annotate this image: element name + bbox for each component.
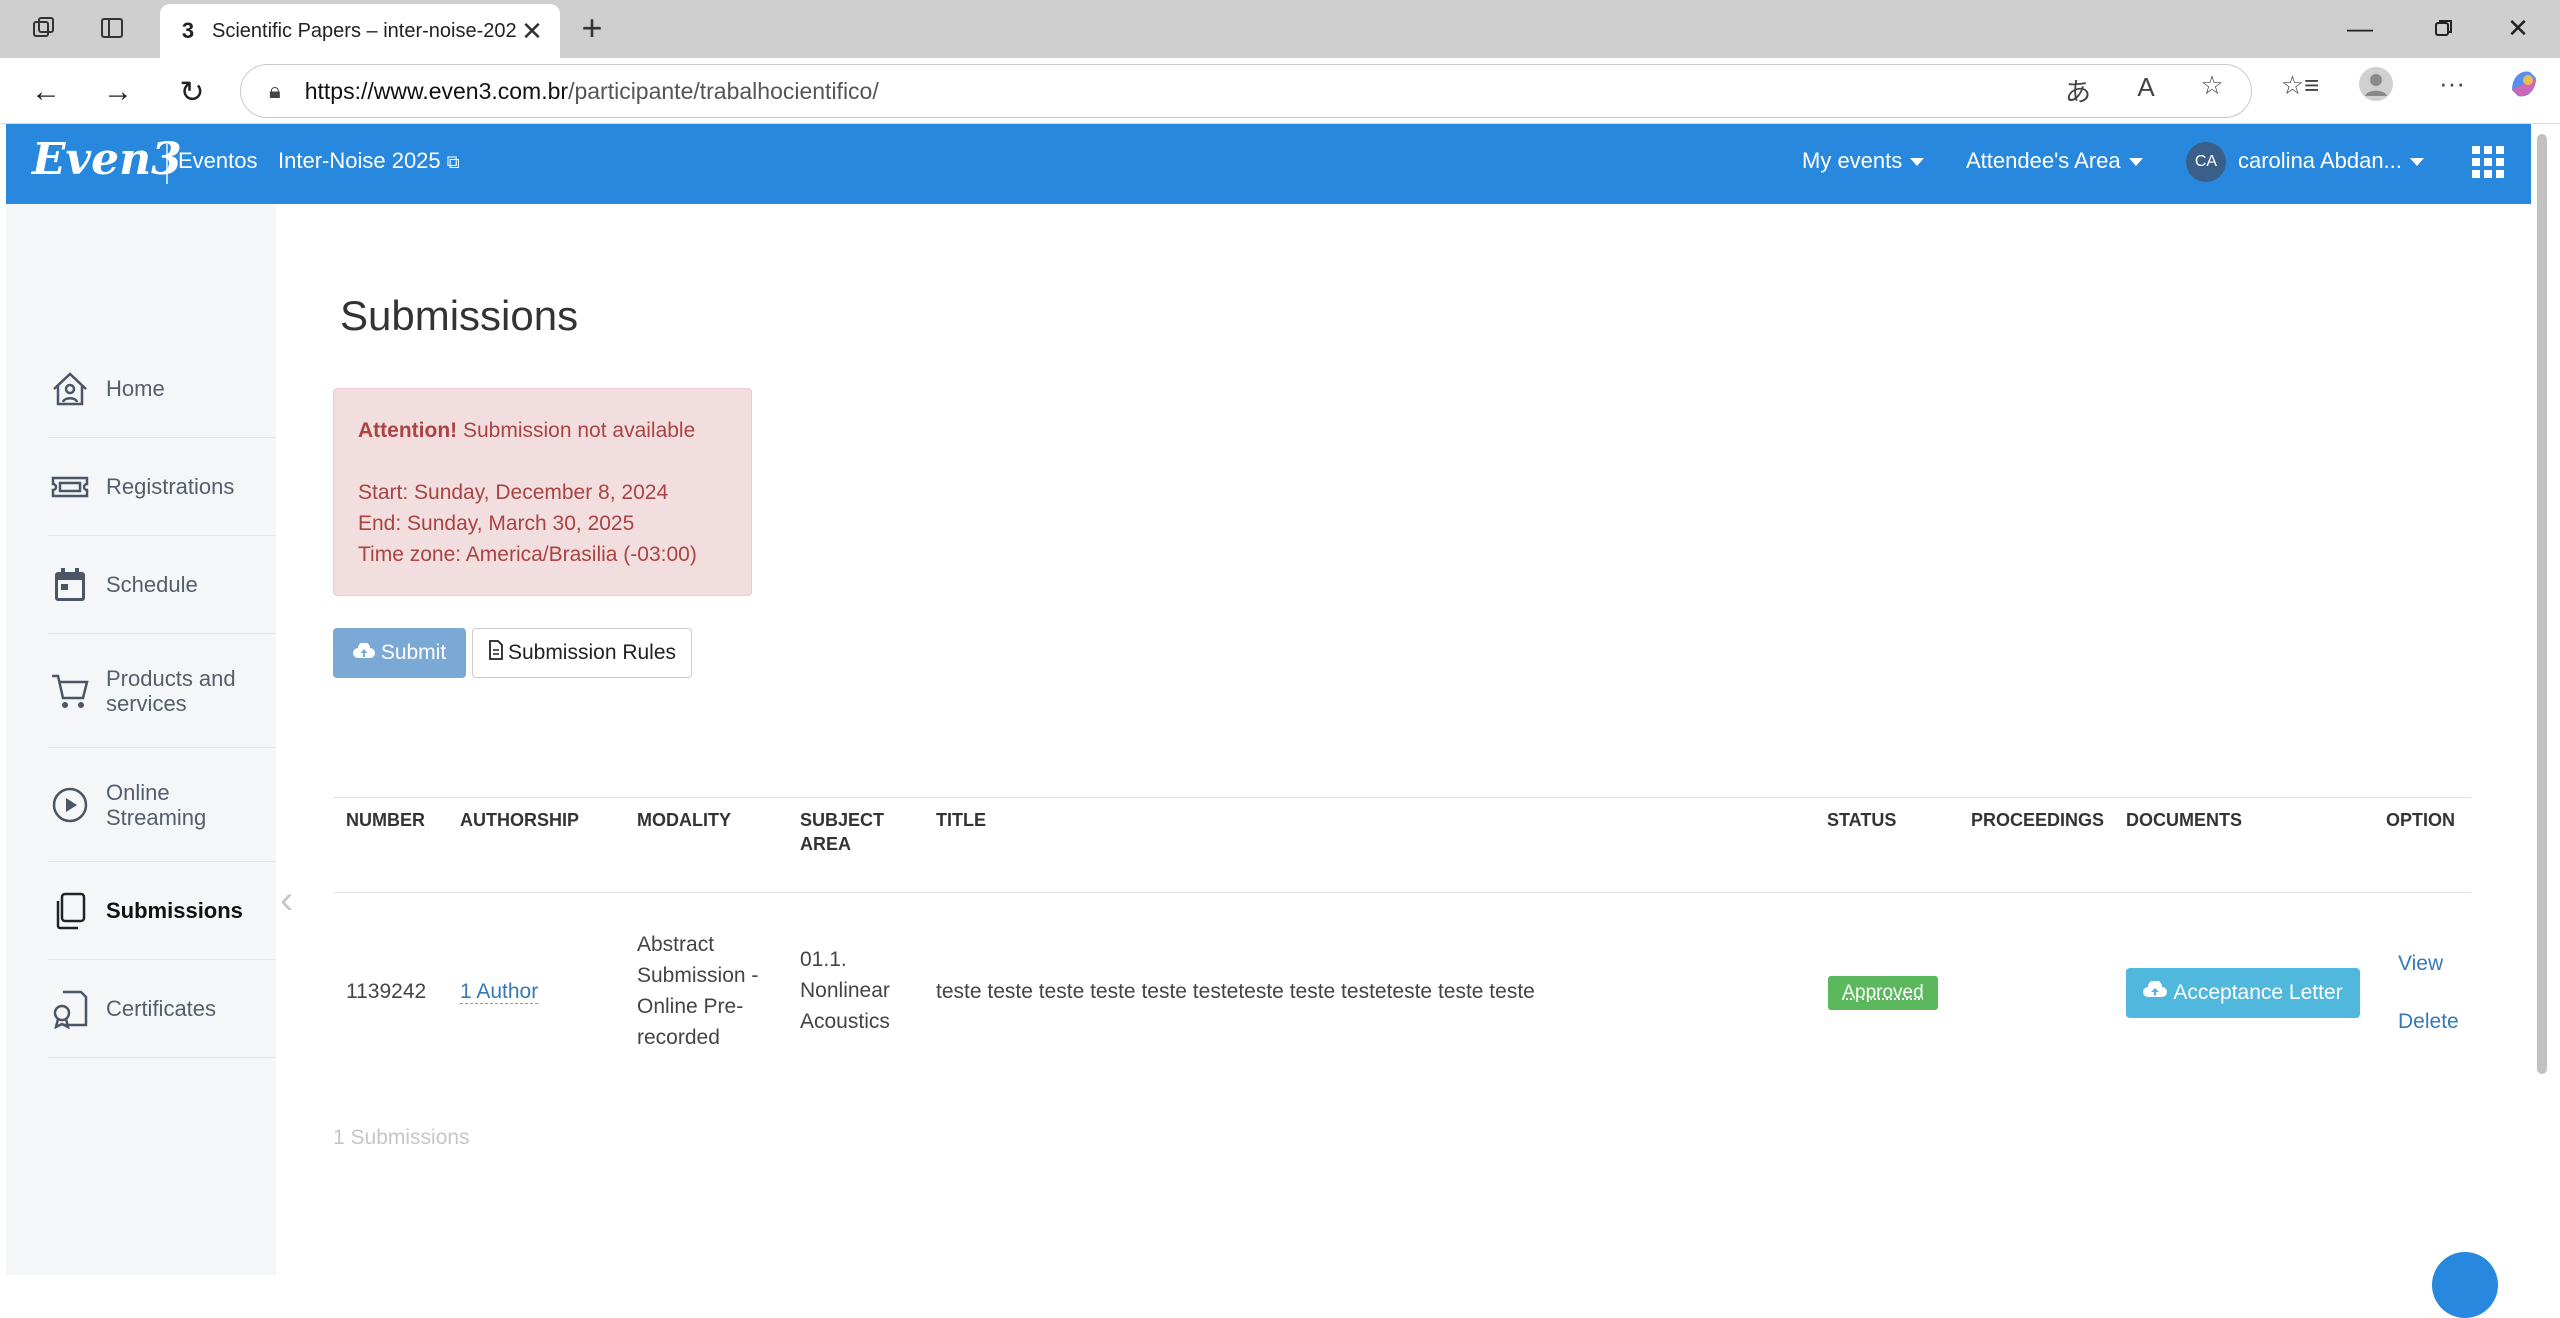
copilot-icon[interactable] [2504,66,2544,109]
column-header-title: TITLE [936,810,986,830]
cell-number: 1139242 [346,980,427,1003]
more-options-icon[interactable]: ··· [2432,68,2472,99]
sidebar-item-home[interactable]: Home [48,340,276,438]
play-icon [48,783,92,827]
url-field[interactable]: 🔒︎ https://www.even3.com.br/participante… [240,64,2252,118]
cloud-upload-icon [352,641,375,665]
alert-headline: Attention! Submission not available [358,419,696,442]
delete-link[interactable]: Delete [2398,1010,2459,1034]
page-title: Submissions [340,292,579,339]
document-icon [488,640,504,666]
url-text: https://www.even3.com.br/participante/tr… [304,77,879,104]
cell-subject-area: 01.1. Nonlinear Acoustics [800,948,890,1033]
profile-icon[interactable] [2356,66,2396,109]
lock-icon[interactable]: 🔒︎ [269,78,281,104]
apps-grid-icon[interactable] [2472,146,2504,178]
chat-button[interactable] [2432,1252,2498,1318]
my-events-menu[interactable]: My events [1802,148,1925,174]
new-tab-icon[interactable]: + [572,7,612,48]
alert-start: Start: Sunday, December 8, 2024 [358,481,669,504]
logo-divider [166,144,168,184]
column-header-authorship: AUTHORSHIP [460,810,580,830]
cart-icon [48,669,92,713]
sidebar-item-streaming[interactable]: Online Streaming [48,748,276,862]
column-header-proceedings: PROCEEDINGS [1971,810,2105,830]
cell-authorship[interactable]: 1 Author [460,976,539,1007]
back-icon[interactable]: ← [24,70,68,114]
workspaces-icon[interactable] [24,10,64,46]
app-header: Even3 Eventos Inter-Noise 2025 ⧉ My even… [6,124,2531,204]
column-header-documents: DOCUMENTS [2126,810,2242,830]
cell-title: teste teste teste teste teste testeteste… [936,980,1535,1003]
submission-rules-button[interactable]: Submission Rules [472,628,692,678]
view-link[interactable]: View [2398,952,2443,976]
user-menu[interactable]: carolina Abdan... [2238,148,2424,174]
table-top-border [333,797,2471,798]
favorites-list-icon[interactable]: ☆≡ [2280,70,2320,101]
close-window-icon[interactable]: ✕ [2488,8,2548,48]
copy-icon [48,889,92,933]
tab-favicon: 3 [181,18,195,43]
caret-down-icon [1910,158,1925,167]
sidebar: Home Registrations Schedule Products and… [6,204,276,1275]
sidebar-item-submissions[interactable]: Submissions [48,862,276,960]
acceptance-letter-button[interactable]: Acceptance Letter [2126,968,2360,1018]
column-header-option: OPTION [2386,810,2456,830]
caret-down-icon [2128,158,2143,167]
refresh-icon[interactable]: ↻ [170,70,214,114]
attendee-area-menu[interactable]: Attendee's Area [1966,148,2143,174]
column-header-modality: MODALITY [637,810,731,830]
tab-title: Scientific Papers – inter-noise-202 [212,19,517,42]
alert-end: End: Sunday, March 30, 2025 [358,512,635,535]
scrollbar-thumb[interactable] [2537,134,2547,1074]
favorite-star-icon[interactable]: ☆ [2192,70,2232,101]
restore-icon[interactable] [2414,8,2474,48]
collapse-sidebar-icon[interactable]: ‹ [280,878,293,923]
alert-timezone: Time zone: America/Brasilia (-03:00) [358,543,697,566]
tab-actions-icon[interactable] [92,10,132,46]
certificate-icon [48,987,92,1031]
browser-tab-bar: 3 Scientific Papers – inter-noise-202 ✕ … [0,0,2560,58]
status-badge: Approved [1828,976,1938,1010]
sidebar-item-registrations[interactable]: Registrations [48,438,276,536]
forward-icon[interactable]: → [96,70,140,114]
event-name-link[interactable]: Inter-Noise 2025 ⧉ [278,148,460,174]
column-header-status: STATUS [1827,810,1897,830]
cell-modality: Abstract Submission - Online Pre- record… [637,933,759,1049]
read-aloud-icon[interactable]: A [2126,72,2166,103]
home-icon [48,367,92,411]
sidebar-item-products[interactable]: Products and services [48,634,276,748]
table-header-border [333,892,2471,893]
sidebar-item-schedule[interactable]: Schedule [48,536,276,634]
close-tab-icon[interactable]: ✕ [518,16,546,47]
avatar[interactable]: CA [2186,142,2226,182]
column-header-subject-area: SUBJECT AREA [800,810,885,854]
even3-logo[interactable]: Even3 [32,134,182,185]
translate-icon[interactable]: あ [2058,72,2098,109]
submissions-count: 1 Submissions [333,1126,470,1149]
column-header-number: NUMBER [346,810,425,830]
sidebar-item-certificates[interactable]: Certificates [48,960,276,1058]
calendar-icon [48,563,92,607]
minimize-icon[interactable]: — [2330,8,2390,48]
submission-alert: Attention! Submission not available Star… [333,388,752,596]
browser-tab[interactable]: 3 Scientific Papers – inter-noise-202 ✕ [160,4,560,58]
cloud-download-icon [2143,980,2168,1005]
submit-button[interactable]: Submit [333,628,466,678]
ticket-icon [48,465,92,509]
external-link-icon: ⧉ [446,152,460,172]
address-toolbar: ← → ↻ 🔒︎ https://www.even3.com.br/partic… [0,58,2560,124]
eventos-link[interactable]: Eventos [178,148,258,174]
caret-down-icon [2409,158,2424,167]
